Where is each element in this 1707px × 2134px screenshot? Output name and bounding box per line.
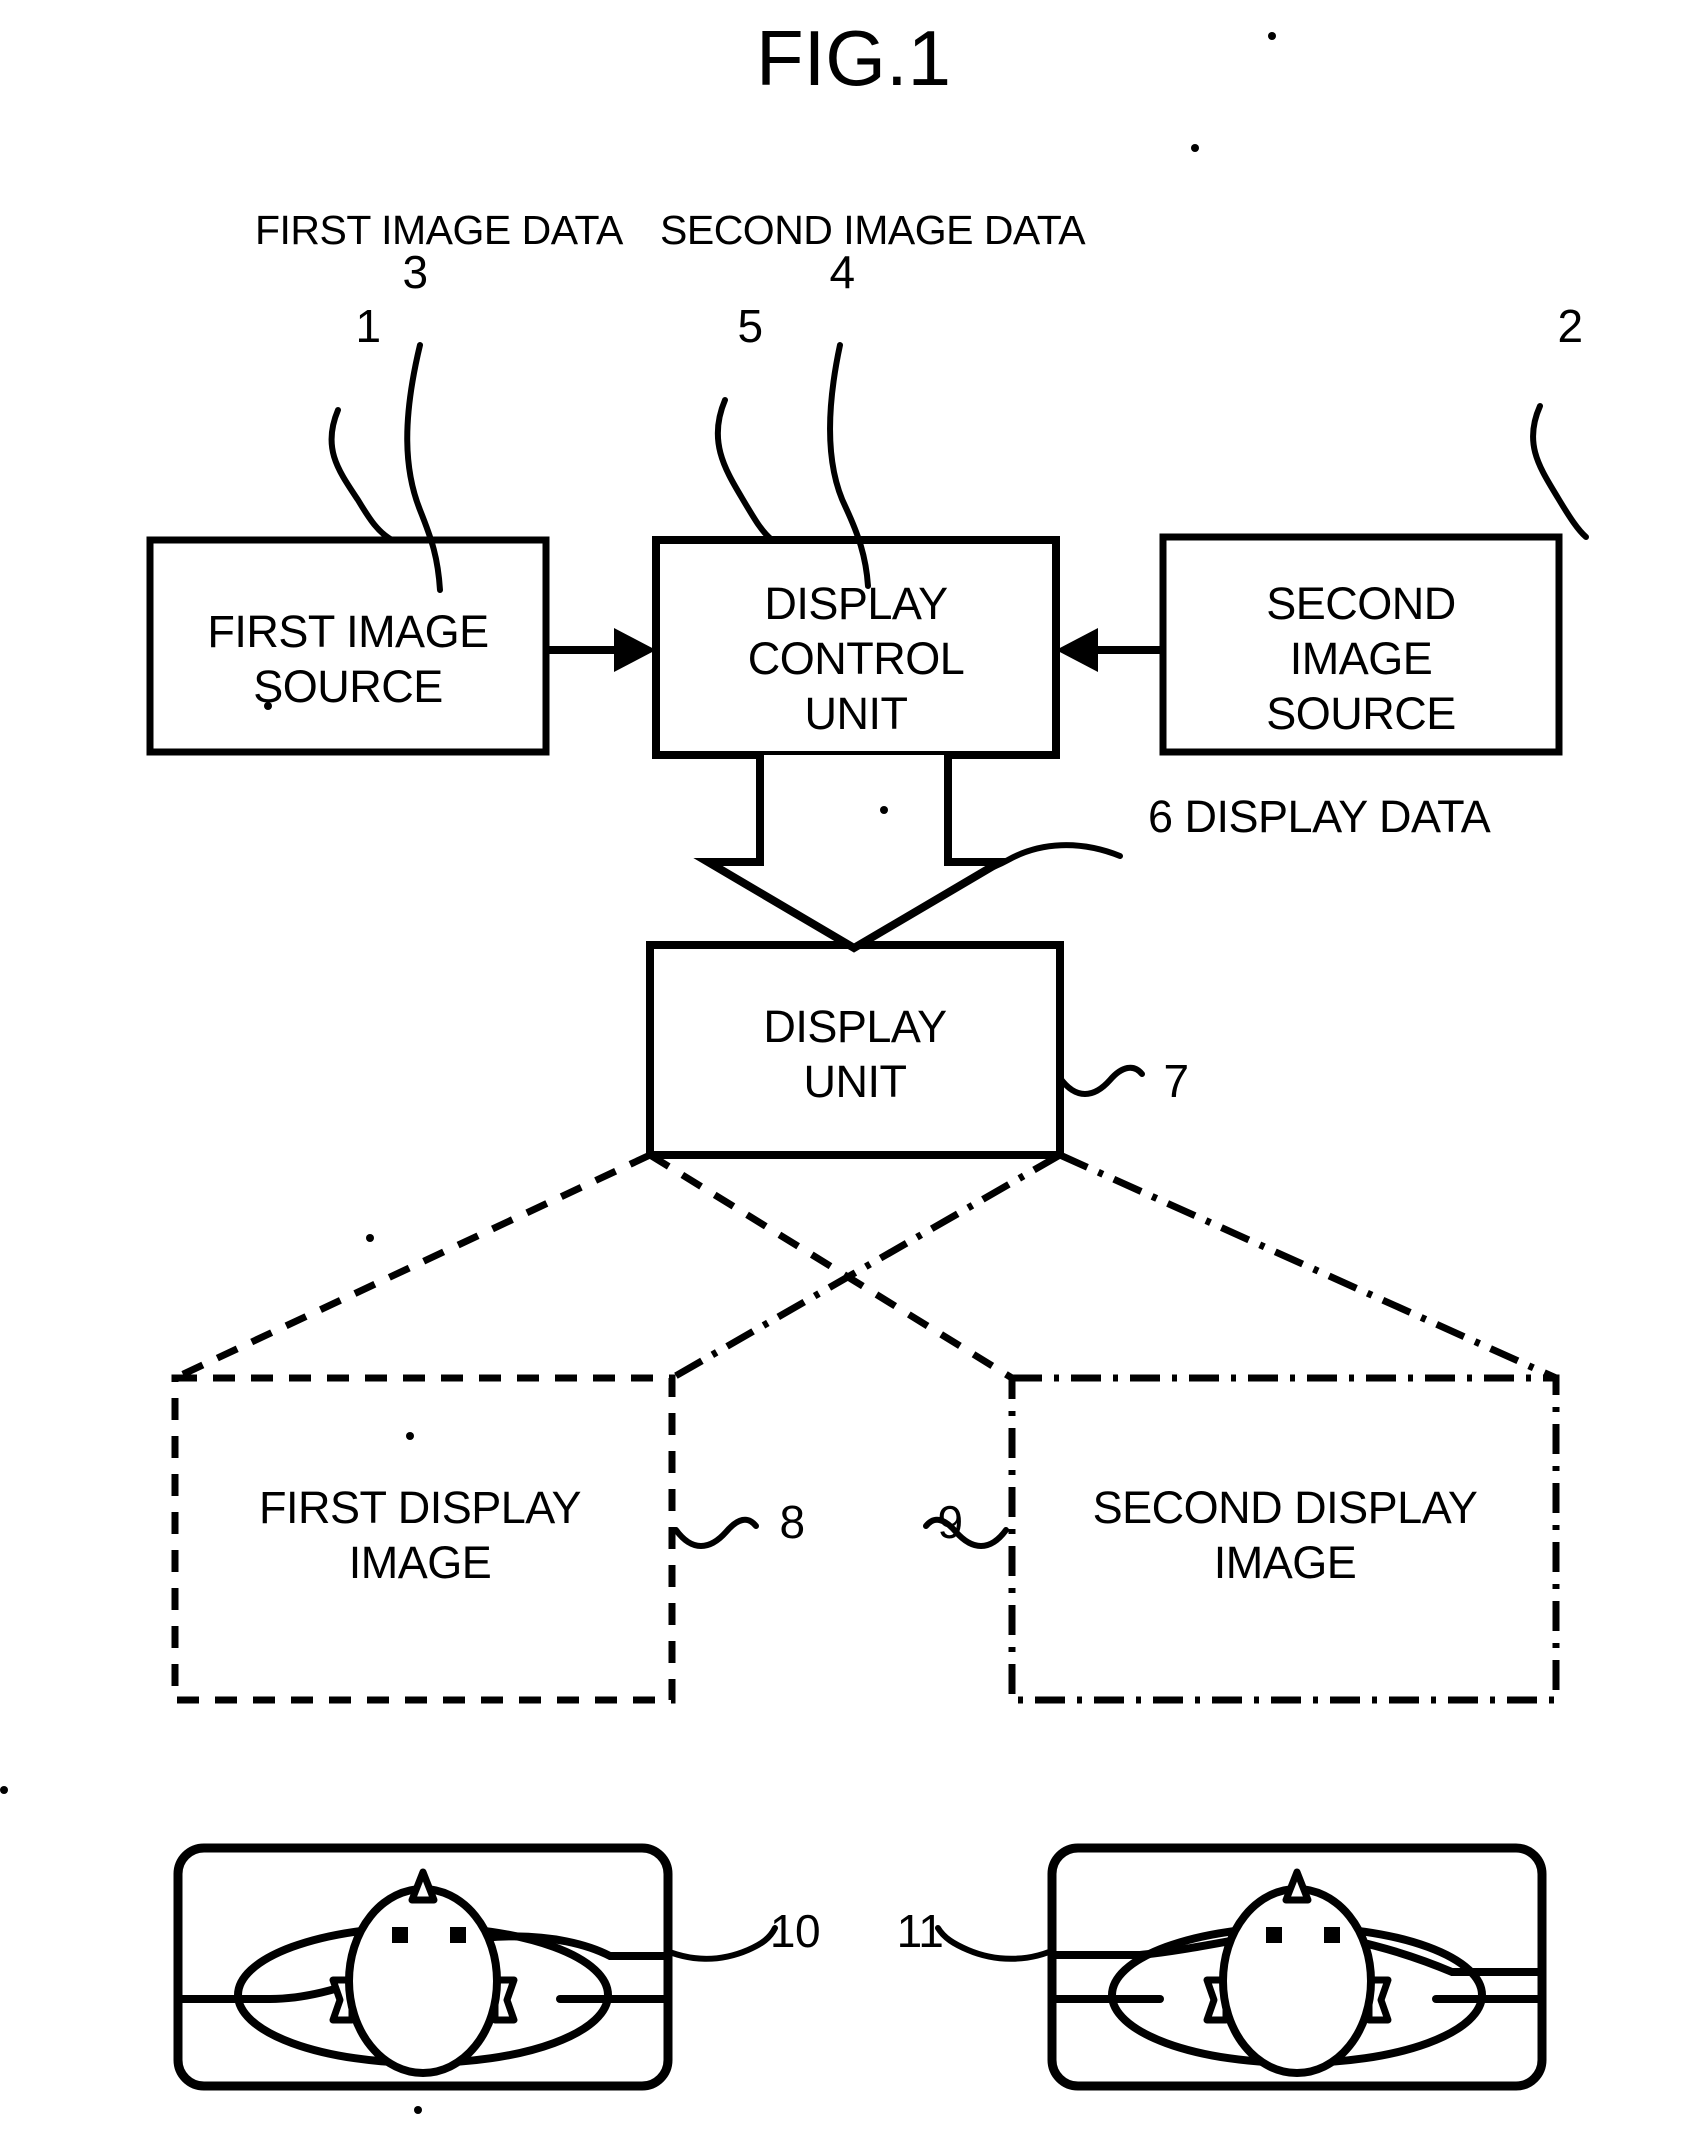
leader-line-8 [673,1516,759,1549]
label-display-data: 6 DISPLAY DATA [1148,791,1491,842]
reference-numeral-11: 11 [896,1905,944,1957]
eye-right-10 [450,1927,466,1943]
scan-speck [0,1786,8,1794]
reference-numeral-8: 8 [779,1496,805,1548]
arrow-second-image-data [1056,628,1163,672]
block-label-first-display-image: FIRST DISPLAY IMAGE [259,1482,581,1588]
reference-numeral-4: 4 [829,246,855,298]
block-arrow-display-data [693,755,1015,953]
leader-line-2 [1530,403,1589,540]
leader-line-1 [328,407,395,543]
reference-numeral-2: 2 [1557,300,1583,352]
scan-speck [366,1234,374,1242]
scan-speck [880,806,888,814]
arrow-first-image-data [546,628,656,672]
figure-title: FIG.1 [755,14,952,102]
scan-speck [414,2106,422,2114]
reference-numeral-3: 3 [402,246,428,298]
eye-left-11 [1266,1927,1282,1943]
projection-line-left-inner [648,1152,1014,1381]
leader-line-4 [826,342,871,589]
reference-numeral-10: 10 [769,1905,821,1957]
block-label-display-control-unit: DISPLAY CONTROL UNIT [747,578,965,739]
reference-numeral-5: 5 [737,300,763,352]
eye-right-11 [1324,1927,1340,1943]
scan-speck [1191,144,1199,152]
projection-line-right-outer [1058,1151,1558,1382]
reference-numeral-7: 7 [1163,1055,1189,1107]
reference-numeral-9: 9 [937,1496,963,1548]
eye-left-10 [392,1927,408,1943]
leader-line-3 [404,342,443,593]
projection-line-right-inner [670,1151,1062,1382]
head-ellipse-11 [1219,1885,1375,2077]
head-ellipse-10 [345,1885,501,2077]
scan-speck [406,1432,414,1440]
patent-figure: FIG.1 FIRST IMAGE DATA SECOND IMAGE DATA… [0,0,1707,2134]
block-label-second-image-source: SECOND IMAGE SOURCE [1266,578,1456,739]
rendered-image-11 [1047,1843,1547,2091]
rendered-image-10 [173,1843,673,2091]
leader-line-7 [1057,1064,1145,1097]
leader-line-5 [714,397,775,543]
block-label-first-image-source: FIRST IMAGE SOURCE [207,606,489,712]
reference-numeral-1: 1 [355,300,381,352]
block-label-second-display-image: SECOND DISPLAY IMAGE [1092,1482,1478,1588]
projection-line-left-outer [173,1151,652,1382]
block-label-display-unit: DISPLAY UNIT [763,1001,947,1107]
